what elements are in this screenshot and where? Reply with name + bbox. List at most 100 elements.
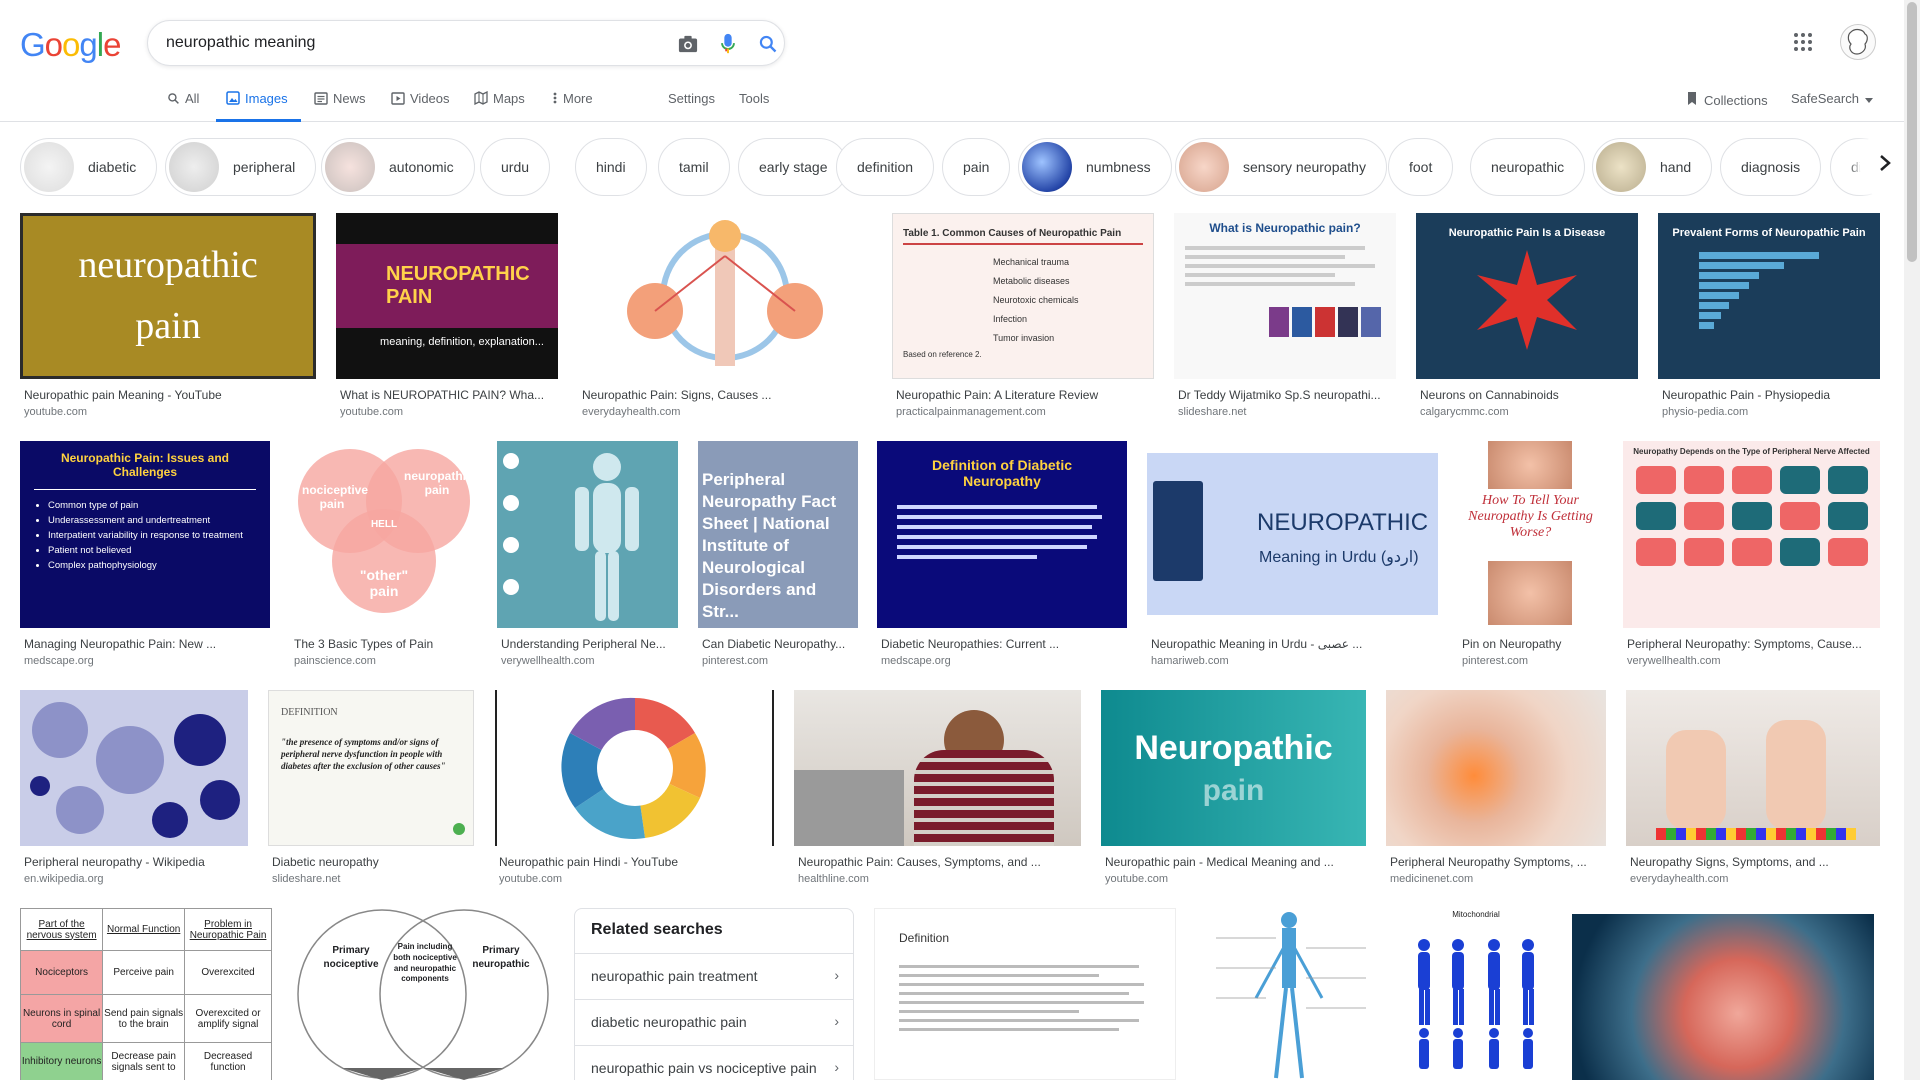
image-result[interactable]: Understanding Peripheral Ne... verywellh… bbox=[497, 441, 678, 667]
google-logo[interactable]: Google bbox=[20, 26, 121, 64]
tab-news[interactable]: News bbox=[314, 86, 366, 122]
image-result[interactable]: Neuropathic Pain: Signs, Causes ... ever… bbox=[578, 213, 872, 418]
result-thumbnail bbox=[578, 213, 872, 379]
result-source: healthline.com bbox=[798, 873, 869, 885]
result-source: slideshare.net bbox=[272, 873, 341, 885]
chip-neuropathic[interactable]: neuropathic bbox=[1470, 138, 1586, 196]
neuropathy-table: Part of the nervous system Normal Functi… bbox=[20, 908, 272, 1080]
image-result[interactable]: DEFINITION "the presence of symptoms and… bbox=[268, 690, 474, 890]
chip-peripheral[interactable]: peripheral bbox=[165, 138, 317, 196]
image-result[interactable]: Definition of Diabetic Neuropathy Diabet… bbox=[877, 441, 1127, 667]
result-thumbnail bbox=[1196, 908, 1382, 1080]
more-icon bbox=[552, 91, 558, 105]
chip-autonomic[interactable]: autonomic bbox=[321, 138, 475, 196]
result-title: The 3 Basic Types of Pain bbox=[294, 637, 434, 651]
tab-maps[interactable]: Maps bbox=[474, 86, 525, 122]
collections-button[interactable]: Collections bbox=[1686, 91, 1768, 109]
tab-more[interactable]: More bbox=[552, 86, 593, 122]
image-result[interactable]: Peripheral Neuropathy Fact Sheet | Natio… bbox=[698, 441, 858, 667]
chip-diabetic[interactable]: diabetic bbox=[20, 138, 158, 196]
result-title: Neuropathic Pain: A Literature Review bbox=[896, 388, 1099, 402]
tools-link[interactable]: Tools bbox=[739, 91, 769, 106]
image-result[interactable]: neuropathic pain Neuropathic pain Meanin… bbox=[20, 213, 316, 418]
chip-definition[interactable]: definition bbox=[836, 138, 935, 196]
news-icon bbox=[314, 91, 328, 105]
chip-foot[interactable]: foot bbox=[1388, 138, 1454, 196]
image-result[interactable]: Neuropathic Pain: Causes, Symptoms, and … bbox=[794, 690, 1081, 890]
image-result[interactable]: Primary nociceptive Pain including both … bbox=[292, 908, 554, 1080]
search-icon[interactable] bbox=[756, 32, 780, 56]
result-source: youtube.com bbox=[1105, 873, 1168, 885]
settings-link[interactable]: Settings bbox=[668, 91, 715, 106]
chip-thumbnail bbox=[24, 142, 74, 192]
result-thumbnail: neuropathic pain bbox=[20, 213, 316, 379]
safesearch-button[interactable]: SafeSearch bbox=[1791, 91, 1873, 106]
result-source: verywellhealth.com bbox=[1627, 655, 1721, 667]
image-result[interactable]: NEUROPATHIC Meaning in Urdu (اردو) Neuro… bbox=[1147, 441, 1438, 667]
image-result[interactable]: Table 1. Common Causes of Neuropathic Pa… bbox=[892, 213, 1154, 418]
chevron-right-icon bbox=[1879, 154, 1891, 177]
search-input[interactable] bbox=[166, 31, 626, 55]
microphone-icon[interactable] bbox=[716, 32, 740, 56]
result-thumbnail: Part of the nervous system Normal Functi… bbox=[20, 908, 272, 1080]
image-result[interactable] bbox=[1196, 908, 1382, 1080]
logo-letter: g bbox=[79, 26, 97, 63]
chip-tamil[interactable]: tamil bbox=[658, 138, 730, 196]
image-result[interactable]: Neuropathy Signs, Symptoms, and ... ever… bbox=[1626, 690, 1880, 890]
result-source: everydayhealth.com bbox=[1630, 873, 1729, 885]
image-result[interactable]: Mitochondrial bbox=[1402, 908, 1550, 1080]
search-tabs: All Images News Videos Maps More Setting… bbox=[0, 86, 1920, 122]
result-title: Dr Teddy Wijatmiko Sp.S neuropathi... bbox=[1178, 388, 1381, 402]
result-thumbnail: Definition bbox=[874, 908, 1176, 1080]
image-result[interactable]: Part of the nervous system Normal Functi… bbox=[20, 908, 272, 1080]
result-thumbnail bbox=[1386, 690, 1606, 846]
chips-next-button[interactable] bbox=[1860, 130, 1910, 200]
image-result[interactable]: NEUROPATHIC PAIN meaning, definition, ex… bbox=[336, 213, 558, 418]
avatar[interactable] bbox=[1840, 24, 1876, 60]
image-result[interactable]: Neuropathic Pain Is a Disease Neurons on… bbox=[1416, 213, 1638, 418]
image-result[interactable]: Definition bbox=[874, 908, 1176, 1080]
image-result[interactable]: Peripheral neuropathy - Wikipedia en.wik… bbox=[20, 690, 248, 890]
logo-letter: o bbox=[62, 26, 80, 63]
image-result[interactable]: HELL nociceptive pain neuropathic pain "… bbox=[290, 441, 478, 667]
apps-grid-icon[interactable] bbox=[1793, 32, 1817, 56]
chip-numbness[interactable]: numbness bbox=[1018, 138, 1172, 196]
image-result[interactable]: Neuropathy Depends on the Type of Periph… bbox=[1623, 441, 1880, 667]
related-search-item[interactable]: diabetic neuropathic pain › bbox=[575, 999, 853, 1045]
image-result[interactable] bbox=[1572, 914, 1874, 1080]
chip-diagnosis[interactable]: diagnosis bbox=[1720, 138, 1822, 196]
result-thumbnail: Peripheral Neuropathy Fact Sheet | Natio… bbox=[698, 441, 858, 628]
result-source: everydayhealth.com bbox=[582, 406, 681, 418]
result-source: en.wikipedia.org bbox=[24, 873, 104, 885]
related-search-item[interactable]: neuropathic pain vs nociceptive pain › bbox=[575, 1045, 853, 1080]
image-result[interactable]: Neuropathic Pain: Issues and Challenges … bbox=[20, 441, 270, 667]
result-source: verywellhealth.com bbox=[501, 655, 595, 667]
image-result[interactable]: Neuropathic pain Neuropathic pain - Medi… bbox=[1101, 690, 1366, 890]
scrollbar-thumb[interactable] bbox=[1907, 2, 1917, 262]
chip-hand[interactable]: hand bbox=[1592, 138, 1713, 196]
chip-early-stage[interactable]: early stage bbox=[738, 138, 849, 196]
result-thumbnail: Neuropathic Pain: Issues and Challenges … bbox=[20, 441, 270, 628]
result-source: medscape.org bbox=[881, 655, 951, 667]
page-scrollbar[interactable] bbox=[1904, 0, 1920, 1080]
tab-images[interactable]: Images bbox=[216, 86, 301, 122]
result-title: Neuropathic Pain: Signs, Causes ... bbox=[582, 388, 772, 402]
tab-videos[interactable]: Videos bbox=[391, 86, 450, 122]
chip-urdu[interactable]: urdu bbox=[480, 138, 551, 196]
result-thumbnail: Mitochondrial bbox=[1402, 908, 1550, 1080]
chevron-right-icon: › bbox=[834, 1059, 839, 1075]
image-result[interactable]: How To Tell Your Neuropathy Is Getting W… bbox=[1458, 441, 1603, 667]
related-search-item[interactable]: neuropathic pain treatment › bbox=[575, 953, 853, 999]
chip-pain[interactable]: pain bbox=[942, 138, 1011, 196]
image-result[interactable]: What is Neuropathic pain? Dr Teddy Wijat… bbox=[1174, 213, 1396, 418]
image-result[interactable]: Prevalent Forms of Neuropathic Pain Neur… bbox=[1658, 213, 1880, 418]
search-box[interactable] bbox=[147, 20, 785, 66]
chevron-right-icon: › bbox=[834, 967, 839, 983]
tab-all[interactable]: All bbox=[166, 86, 199, 122]
image-result[interactable]: Neuropathic pain Hindi - YouTube youtube… bbox=[495, 690, 774, 890]
chip-sensory-neuropathy[interactable]: sensory neuropathy bbox=[1175, 138, 1387, 196]
camera-icon[interactable] bbox=[676, 32, 700, 56]
chip-hindi[interactable]: hindi bbox=[575, 138, 647, 196]
image-result[interactable]: Peripheral Neuropathy Symptoms, ... medi… bbox=[1386, 690, 1606, 890]
result-title: Peripheral neuropathy - Wikipedia bbox=[24, 855, 205, 869]
